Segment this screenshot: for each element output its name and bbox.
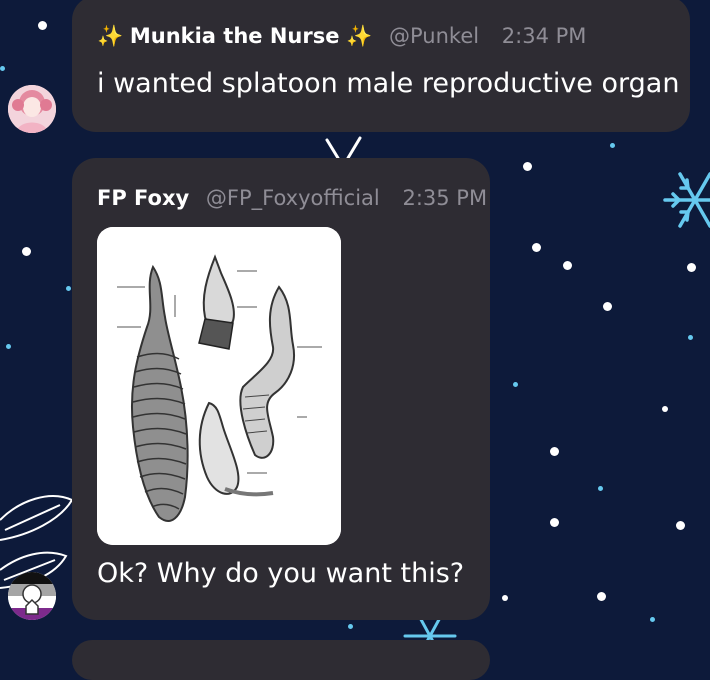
message-author[interactable]: FP Foxy: [97, 186, 189, 210]
message-header: FP Foxy @FP_Foxyofficial 2:35 PM: [97, 186, 487, 210]
doodle-icon: [325, 136, 362, 160]
user-avatar-icon: [8, 85, 56, 133]
snowflake-icon: [663, 172, 710, 228]
message-bubble[interactable]: [72, 640, 490, 680]
message-header: ✨ Munkia the Nurse ✨ @Punkel 2:34 PM: [97, 24, 586, 49]
message-text: i wanted splatoon male reproductive orga…: [97, 68, 680, 99]
avatar[interactable]: [8, 85, 56, 133]
message-bubble[interactable]: ✨ Munkia the Nurse ✨ @Punkel 2:34 PM i w…: [72, 0, 690, 132]
message-handle[interactable]: @Punkel: [389, 24, 479, 48]
avatar[interactable]: [8, 572, 56, 620]
sparkle-icon: ✨: [97, 24, 124, 48]
user-avatar-icon: [8, 572, 56, 620]
anatomy-diagram-image: [97, 227, 341, 545]
image-attachment[interactable]: [97, 227, 341, 545]
message-bubble[interactable]: FP Foxy @FP_Foxyofficial 2:35 PM Ok? Why…: [72, 158, 490, 620]
sparkle-icon: ✨: [346, 24, 373, 48]
message-handle[interactable]: @FP_Foxyofficial: [206, 186, 380, 210]
message-time: 2:34 PM: [501, 24, 587, 48]
message-author[interactable]: Munkia the Nurse: [130, 24, 340, 48]
message-text: Ok? Why do you want this?: [97, 558, 465, 589]
message-time: 2:35 PM: [402, 186, 488, 210]
